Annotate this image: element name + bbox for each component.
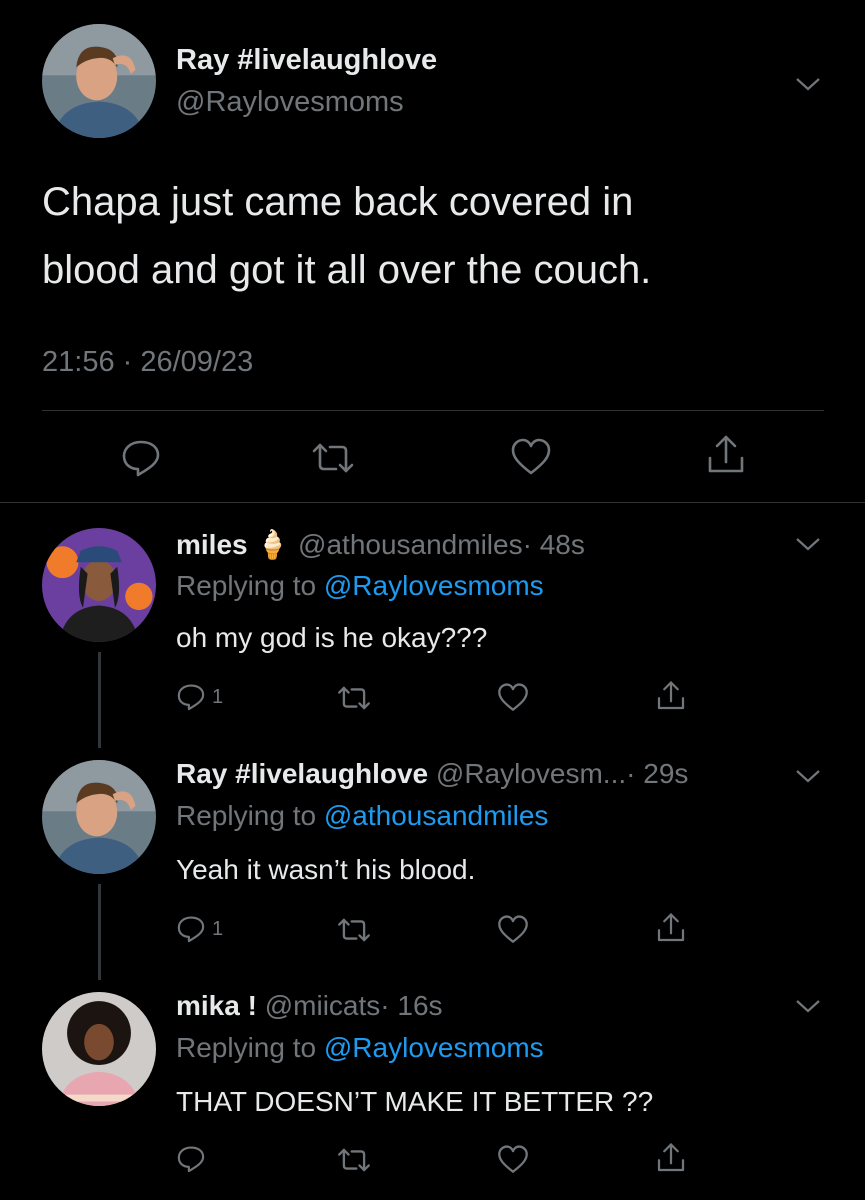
- reply-icon[interactable]: [176, 1144, 206, 1174]
- chevron-down-icon[interactable]: [795, 536, 821, 552]
- reply-count: 1: [212, 686, 224, 708]
- replying-to-link[interactable]: @athousandmiles: [324, 800, 549, 831]
- replying-to-link[interactable]: @Raylovesmoms: [324, 570, 544, 601]
- replying-to-line: Replying to @Raylovesmoms: [176, 570, 544, 602]
- avatar-ray[interactable]: [42, 24, 156, 138]
- like-icon[interactable]: [510, 438, 552, 476]
- share-icon[interactable]: [656, 680, 686, 712]
- share-icon[interactable]: [656, 912, 686, 944]
- reply-header: mika ! @miicats· 16s: [176, 990, 443, 1022]
- reply-handle[interactable]: @Raylovesm...: [436, 758, 626, 789]
- replying-to-link[interactable]: @Raylovesmoms: [324, 1032, 544, 1063]
- main-tweet-text-line-2: blood and got it all over the couch.: [42, 248, 652, 292]
- reply-header: miles 🍦 @athousandmiles· 48s: [176, 528, 585, 561]
- reply-icon[interactable]: [120, 438, 162, 478]
- like-icon[interactable]: [497, 915, 529, 944]
- avatar-miles[interactable]: [42, 528, 156, 642]
- reply-time[interactable]: · 16s: [380, 990, 442, 1021]
- divider: [0, 502, 865, 503]
- replying-to-label: Replying to: [176, 1032, 317, 1063]
- reply-count: 1: [212, 918, 224, 940]
- divider: [42, 410, 824, 411]
- like-icon[interactable]: [497, 1145, 529, 1174]
- reply-display-name[interactable]: Ray #livelaughlove: [176, 758, 428, 789]
- avatar-ray[interactable]: [42, 760, 156, 874]
- reply-text: Yeah it wasn’t his blood.: [176, 854, 476, 885]
- chevron-down-icon[interactable]: [795, 998, 821, 1014]
- reply-text: oh my god is he okay???: [176, 622, 488, 653]
- reply-time[interactable]: · 29s: [626, 758, 688, 789]
- reply-handle[interactable]: @athousandmiles: [298, 529, 523, 560]
- retweet-icon[interactable]: [310, 440, 356, 476]
- reply-time[interactable]: · 48s: [523, 529, 585, 560]
- reply-icon[interactable]: [176, 914, 206, 944]
- chevron-down-icon[interactable]: [795, 768, 821, 784]
- reply-text: THAT DOESN’T MAKE IT BETTER ??: [176, 1086, 654, 1117]
- thread-line: [98, 884, 101, 980]
- reply-icon[interactable]: [176, 682, 206, 712]
- replying-to-label: Replying to: [176, 800, 317, 831]
- replying-to-label: Replying to: [176, 570, 317, 601]
- reply-header: Ray #livelaughlove @Raylovesm...· 29s: [176, 758, 688, 790]
- share-icon[interactable]: [656, 1142, 686, 1174]
- main-timestamp[interactable]: 21:56 · 26/09/23: [42, 346, 253, 379]
- retweet-icon[interactable]: [336, 684, 372, 712]
- retweet-icon[interactable]: [336, 916, 372, 944]
- reply-display-name[interactable]: miles: [176, 529, 248, 560]
- avatar-mika[interactable]: [42, 992, 156, 1106]
- ice-cream-emoji: 🍦: [255, 529, 291, 560]
- replying-to-line: Replying to @athousandmiles: [176, 800, 548, 832]
- reply-handle[interactable]: @miicats: [265, 990, 381, 1021]
- replying-to-line: Replying to @Raylovesmoms: [176, 1032, 544, 1064]
- thread-line: [98, 652, 101, 748]
- main-handle[interactable]: @Raylovesmoms: [176, 86, 404, 119]
- main-tweet-text-line-1: Chapa just came back covered in: [42, 180, 634, 224]
- like-icon[interactable]: [497, 683, 529, 712]
- chevron-down-icon[interactable]: [795, 76, 821, 92]
- reply-display-name[interactable]: mika !: [176, 990, 257, 1021]
- share-icon[interactable]: [706, 434, 746, 476]
- retweet-icon[interactable]: [336, 1146, 372, 1174]
- main-display-name[interactable]: Ray #livelaughlove: [176, 44, 437, 77]
